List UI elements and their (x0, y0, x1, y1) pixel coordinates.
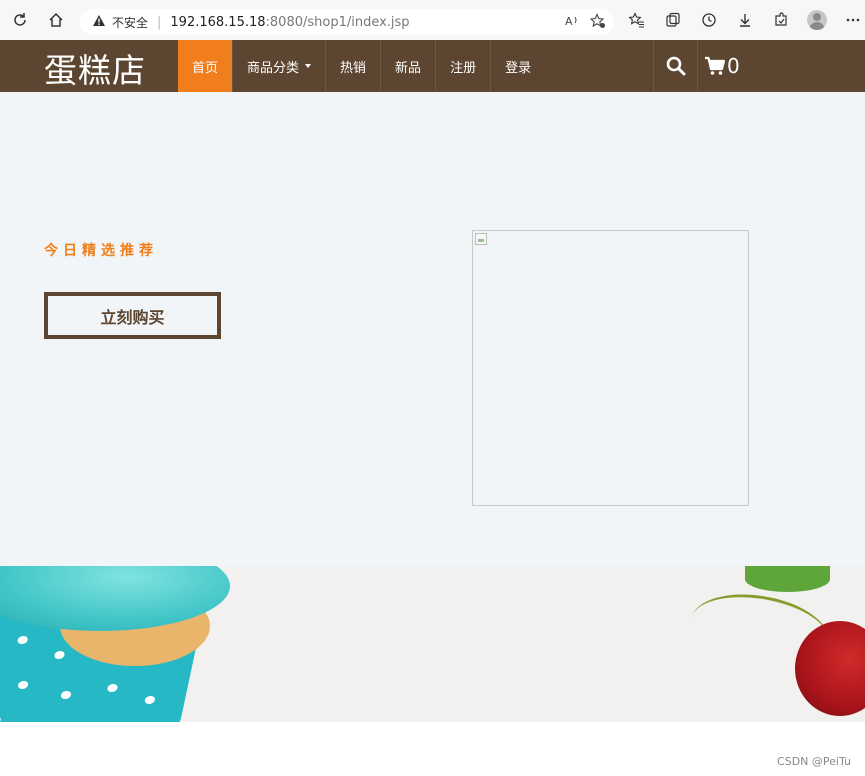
svg-text:A: A (565, 15, 573, 28)
watermark-credit: CSDN @PeiTu (777, 755, 851, 768)
search-icon (666, 56, 685, 76)
cart-icon (705, 56, 726, 75)
profile-avatar[interactable] (805, 8, 829, 32)
menu-item-label: 首页 (192, 60, 219, 76)
menu-item-home[interactable]: 首页 (178, 40, 234, 92)
avatar (807, 10, 827, 30)
hero-section: 今日精选推荐 立刻购买 (0, 92, 865, 566)
menu-item-new[interactable]: 新品 (381, 40, 437, 92)
favorites-icon[interactable] (625, 8, 649, 32)
menu-item-label: 新品 (395, 60, 422, 76)
hero-title: 今日精选推荐 (44, 243, 158, 259)
warning-icon (92, 14, 106, 31)
brand-logo[interactable]: 蛋糕店 (44, 44, 146, 92)
menu-item-hot[interactable]: 热销 (326, 40, 382, 92)
caret-down-icon (305, 64, 312, 68)
menu-item-categories[interactable]: 商品分类 (233, 40, 327, 92)
security-label[interactable]: 不安全 (112, 14, 148, 31)
read-aloud-icon[interactable]: A (564, 13, 580, 33)
product-image[interactable] (472, 230, 749, 506)
broken-image-icon (475, 233, 487, 245)
buy-now-button[interactable]: 立刻购买 (44, 292, 221, 339)
search-button[interactable] (653, 40, 698, 92)
decorative-banner (0, 566, 865, 722)
url-path: :8080/shop1/index.jsp (265, 14, 410, 30)
browser-toolbar: 不安全 | 192.168.15.18:8080/shop1/index.jsp… (0, 0, 865, 40)
history-icon[interactable] (697, 8, 721, 32)
favorite-add-icon[interactable] (589, 13, 606, 33)
address-bar[interactable]: 不安全 | 192.168.15.18:8080/shop1/index.jsp… (80, 9, 614, 35)
refresh-icon[interactable] (8, 8, 32, 32)
more-menu-icon[interactable] (841, 8, 865, 32)
menu-item-label: 商品分类 (247, 60, 300, 76)
menu-item-label: 注册 (450, 60, 477, 76)
cart-count: 0 (727, 54, 740, 78)
cherry-leaf (745, 566, 830, 592)
home-icon[interactable] (44, 8, 68, 32)
main-menu: 首页 商品分类 热销 新品 注册 登录 (178, 40, 545, 92)
menu-item-label: 热销 (340, 60, 367, 76)
cart-button[interactable]: 0 (698, 40, 740, 92)
site-navbar: 蛋糕店 首页 商品分类 热销 新品 注册 登录 0 (0, 40, 865, 92)
collections-icon[interactable] (661, 8, 685, 32)
url-host: 192.168.15.18 (170, 14, 266, 30)
menu-item-register[interactable]: 注册 (436, 40, 492, 92)
address-separator: | (157, 14, 162, 30)
extensions-icon[interactable] (769, 8, 793, 32)
menu-item-login[interactable]: 登录 (491, 40, 545, 92)
download-icon[interactable] (733, 8, 757, 32)
menu-item-label: 登录 (505, 60, 532, 76)
